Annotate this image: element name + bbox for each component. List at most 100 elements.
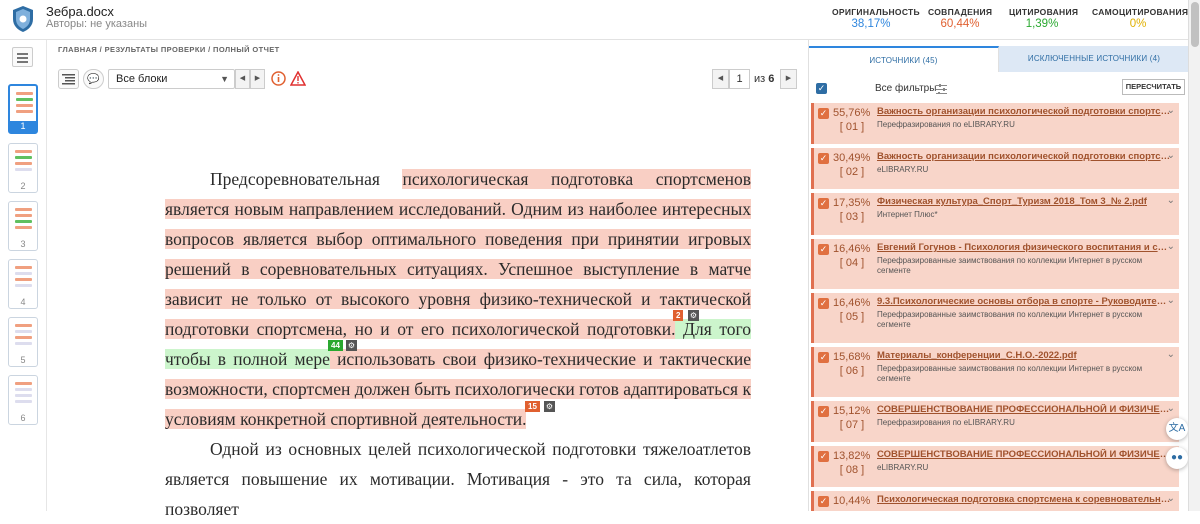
next-block-button[interactable]: ▶ — [250, 69, 265, 89]
text-align-icon — [62, 73, 75, 84]
chevron-down-icon[interactable]: ⌄ — [1167, 241, 1175, 252]
metric-citations: ЦИТИРОВАНИЯ 1,39% — [1009, 7, 1079, 30]
source-item[interactable]: ✓ 15,12% [ 07 ] СОВЕРШЕНСТВОВАНИЕ ПРОФЕС… — [811, 401, 1179, 442]
thumb-line — [15, 336, 32, 339]
tab-sources[interactable]: ИСТОЧНИКИ (45) — [809, 46, 999, 72]
source-item[interactable]: ✓ 17,35% [ 03 ] Физическая культура_Спор… — [811, 193, 1179, 235]
thumb-number: 1 — [10, 121, 36, 132]
source-title-link[interactable]: СОВЕРШЕНСТВОВАНИЕ ПРОФЕССИОНАЛЬНОЙ И ФИЗ… — [877, 449, 1171, 460]
text-layout-button[interactable] — [58, 69, 79, 89]
filter-sliders-icon[interactable] — [936, 84, 947, 94]
assistant-icon[interactable]: ●● — [1166, 447, 1188, 469]
source-title-link[interactable]: Важность организации психологической под… — [877, 106, 1171, 117]
next-page-button[interactable]: ▶ — [780, 69, 797, 89]
source-checkbox[interactable]: ✓ — [818, 496, 829, 507]
thumb-line — [16, 92, 33, 95]
source-percent: 13,82% — [833, 450, 871, 462]
source-checkbox[interactable]: ✓ — [818, 298, 829, 309]
thumb-line — [15, 278, 32, 281]
page-scrollbar[interactable] — [1188, 0, 1200, 511]
thumb-number: 5 — [20, 355, 26, 365]
thumb-line — [15, 208, 32, 211]
scrollbar-thumb[interactable] — [1191, 2, 1199, 47]
source-checkbox[interactable]: ✓ — [818, 352, 829, 363]
chevron-down-icon[interactable]: ⌄ — [1167, 403, 1175, 414]
page-thumbnail-5[interactable]: 5 — [8, 317, 38, 367]
plain-text: Предсоревновательная — [210, 169, 403, 189]
page-thumbnail-2[interactable]: 2 — [8, 143, 38, 193]
thumb-line — [15, 214, 32, 217]
fragment-badge[interactable]: 2 — [673, 310, 684, 321]
page-thumbnail-6[interactable]: 6 — [8, 375, 38, 425]
prev-block-button[interactable]: ◀ — [235, 69, 250, 89]
gear-icon[interactable]: ⚙ — [544, 401, 555, 412]
source-item[interactable]: ✓ 30,49% [ 02 ] Важность организации пси… — [811, 148, 1179, 189]
source-checkbox[interactable]: ✓ — [818, 153, 829, 164]
source-checkbox[interactable]: ✓ — [818, 244, 829, 255]
chevron-down-icon[interactable]: ⌄ — [1167, 150, 1175, 161]
source-item[interactable]: ✓ 16,46% [ 04 ] Евгений Гогунов - Психол… — [811, 239, 1179, 289]
filters-label[interactable]: Все фильтры — [875, 83, 936, 94]
prev-page-button[interactable]: ◀ — [712, 69, 729, 89]
metric-value: 0% — [1129, 18, 1147, 30]
recalculate-button[interactable]: ПЕРЕСЧИТАТЬ — [1122, 79, 1185, 95]
page-total: 6 — [768, 73, 775, 85]
source-collection: eLIBRARY.RU — [877, 463, 929, 472]
source-title-link[interactable]: Евгений Гогунов - Психология физического… — [877, 242, 1171, 253]
source-item[interactable]: ✓ 55,76% [ 01 ] Важность организации пси… — [811, 103, 1179, 144]
gear-icon[interactable]: ⚙ — [346, 340, 357, 351]
thumb-number: 3 — [20, 239, 26, 249]
source-checkbox[interactable]: ✓ — [818, 451, 829, 462]
source-title-link[interactable]: СОВЕРШЕНСТВОВАНИЕ ПРОФЕССИОНАЛЬНОЙ И ФИЗ… — [877, 404, 1171, 415]
document-viewer: ГЛАВНАЯ / РЕЗУЛЬТАТЫ ПРОВЕРКИ / ПОЛНЫЙ О… — [47, 40, 808, 519]
thumb-line — [16, 98, 33, 101]
source-title-link[interactable]: Материалы_конференции_С.Н.О.-2022.pdf — [877, 350, 1171, 361]
page-thumbnail-1[interactable]: 1 — [8, 84, 38, 134]
shield-logo-icon — [13, 6, 33, 32]
info-icon[interactable] — [271, 71, 286, 86]
source-collection: Интернет Плюс* — [877, 210, 938, 219]
fragment-badge[interactable]: 44 — [328, 340, 343, 351]
metric-label: ЦИТИРОВАНИЯ — [1009, 7, 1079, 17]
source-percent: 16,46% — [833, 297, 871, 309]
source-item[interactable]: ✓ 15,68% [ 06 ] Материалы_конференции_С.… — [811, 347, 1179, 397]
source-checkbox[interactable]: ✓ — [818, 198, 829, 209]
matched-fragment[interactable]: психологическая подготовка спортсменов я… — [165, 169, 751, 339]
chevron-down-icon[interactable]: ⌄ — [1167, 493, 1175, 504]
source-checkbox[interactable]: ✓ — [818, 406, 829, 417]
select-all-checkbox[interactable]: ✓ — [816, 83, 827, 94]
source-item[interactable]: ✓ 13,82% [ 08 ] СОВЕРШЕНСТВОВАНИЕ ПРОФЕС… — [811, 446, 1179, 487]
thumb-line — [15, 324, 32, 327]
source-index: [ 05 ] — [839, 311, 865, 323]
thumb-number: 6 — [20, 413, 26, 423]
source-item[interactable]: ✓ 10,44% Психологическая подготовка спор… — [811, 491, 1179, 511]
sources-panel: ИСТОЧНИКИ (45) ИСКЛЮЧЕННЫЕ ИСТОЧНИКИ (4)… — [808, 40, 1189, 511]
chevron-down-icon[interactable]: ⌄ — [1167, 349, 1175, 360]
chevron-down-icon[interactable]: ⌄ — [1167, 295, 1175, 306]
blocks-select[interactable]: Все блоки ▼ — [108, 69, 235, 89]
page-thumbnail-3[interactable]: 3 — [8, 201, 38, 251]
thumb-line — [15, 220, 32, 223]
tab-excluded-sources[interactable]: ИСКЛЮЧЕННЫЕ ИСТОЧНИКИ (4) — [999, 46, 1189, 72]
source-title-link[interactable]: Психологическая подготовка спортсмена к … — [877, 494, 1171, 505]
page-number-input[interactable]: 1 — [729, 69, 750, 89]
menu-toggle-button[interactable] — [12, 47, 33, 67]
thumb-line — [15, 382, 32, 385]
metric-originality: ОРИГИНАЛЬНОСТЬ 38,17% — [832, 7, 920, 30]
chevron-down-icon[interactable]: ⌄ — [1167, 105, 1175, 116]
source-percent: 17,35% — [833, 197, 871, 209]
source-checkbox[interactable]: ✓ — [818, 108, 829, 119]
source-title-link[interactable]: Важность организации психологической под… — [877, 151, 1171, 162]
warning-icon[interactable] — [290, 71, 306, 86]
source-title-link[interactable]: Физическая культура_Спорт_Туризм 2018_То… — [877, 196, 1171, 207]
source-item[interactable]: ✓ 16,46% [ 05 ] 9.3.Психологические осно… — [811, 293, 1179, 343]
gear-icon[interactable]: ⚙ — [688, 310, 699, 321]
chevron-down-icon[interactable]: ⌄ — [1167, 195, 1175, 206]
metric-label: САМОЦИТИРОВАНИЯ — [1092, 7, 1189, 17]
source-title-link[interactable]: 9.3.Психологические основы отбора в спор… — [877, 296, 1171, 307]
chevron-down-icon: ▼ — [220, 74, 229, 84]
page-thumbnail-4[interactable]: 4 — [8, 259, 38, 309]
comments-button[interactable]: 💬 — [83, 69, 104, 89]
fragment-badge[interactable]: 15 — [525, 401, 540, 412]
translate-icon[interactable]: 文A — [1166, 418, 1188, 440]
